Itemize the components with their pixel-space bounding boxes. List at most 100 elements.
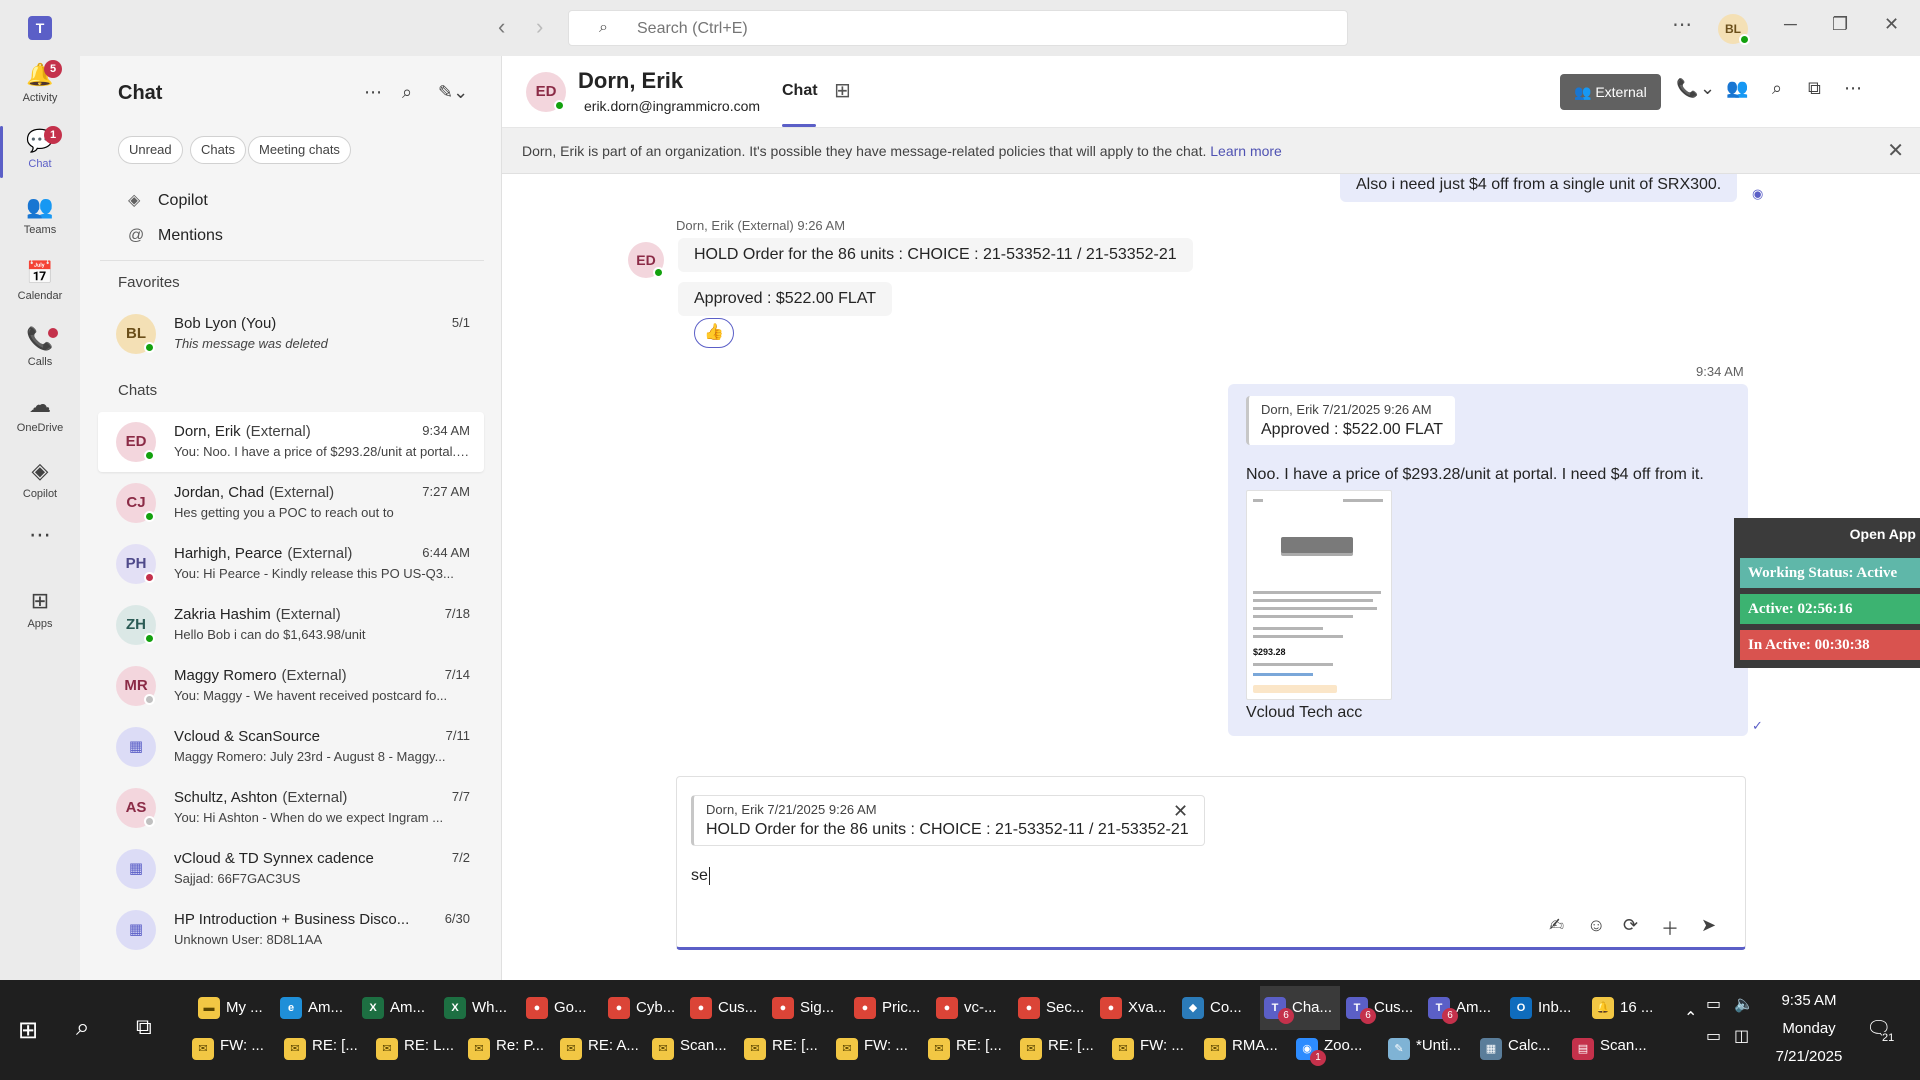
taskbar-app[interactable]: 🔔 16 ... — [1588, 986, 1668, 1030]
taskbar-app[interactable]: ● Cyb... — [604, 986, 684, 1030]
chat-list-item[interactable]: BL Bob Lyon (You) 5/1 This message was dele… — [98, 304, 484, 364]
rail-item-more[interactable]: ⋯ — [0, 516, 80, 578]
taskbar-app[interactable]: ✉ RMA... — [1200, 1034, 1290, 1078]
taskbar-app[interactable]: ✉ FW: ... — [832, 1034, 922, 1078]
rail-item-teams[interactable]: 👥 Teams — [0, 188, 80, 250]
taskbar-app[interactable]: X Am... — [358, 986, 438, 1030]
taskbar-app[interactable]: O Inb... — [1506, 986, 1586, 1030]
taskbar-app[interactable]: ✉ RE: [... — [924, 1034, 1014, 1078]
plus-icon[interactable]: ＋ — [1661, 915, 1679, 941]
taskbar-app[interactable]: e Am... — [276, 986, 356, 1030]
external-button[interactable]: 👥 External — [1560, 74, 1661, 110]
taskbar-app[interactable]: ✉ RE: L... — [372, 1034, 462, 1078]
taskbar-app[interactable]: ● Go... — [522, 986, 602, 1030]
taskbar-app[interactable]: ◉ Zoo... 1 — [1292, 1034, 1382, 1078]
message-bubble-incoming[interactable]: HOLD Order for the 86 units : CHOICE : 2… — [678, 238, 1193, 272]
favorites-header[interactable]: Favorites — [118, 274, 180, 291]
chat-list-item[interactable]: ▦ HP Introduction + Business Disco... 6/30… — [98, 900, 484, 960]
search-icon[interactable]: ⌕ — [402, 82, 412, 103]
chevron-up-icon[interactable]: ⌃ — [1684, 1008, 1697, 1028]
taskbar-app[interactable]: ● Sig... — [768, 986, 848, 1030]
message-bubble-incoming[interactable]: Approved : $522.00 FLAT — [678, 282, 893, 316]
filter-unread[interactable]: Unread — [118, 136, 183, 164]
loop-icon[interactable]: ⟳ — [1623, 915, 1638, 936]
taskbar-app[interactable]: ✉ Re: P... — [464, 1034, 554, 1078]
battery-icon[interactable]: ▭ — [1706, 994, 1721, 1014]
taskbar-app[interactable]: ● Sec... — [1014, 986, 1094, 1030]
call-icon[interactable]: 📞 — [1676, 78, 1698, 99]
minimize-icon[interactable]: ─ — [1784, 14, 1797, 35]
chat-list-item[interactable]: ▦ vCloud & TD Synnex cadence 7/2 Sajjad: 66… — [98, 839, 484, 899]
learn-more-link[interactable]: Learn more — [1210, 143, 1282, 159]
message-bubble-outgoing[interactable]: Dorn, Erik 7/21/2025 9:26 AM Approved : … — [1228, 384, 1748, 736]
taskbar-app[interactable]: ▬ My ... — [194, 986, 274, 1030]
taskbar-app[interactable]: X Wh... — [440, 986, 520, 1030]
filter-chats[interactable]: Chats — [190, 136, 246, 164]
chevron-down-icon[interactable]: ⌄ — [1700, 78, 1715, 99]
taskbar-app[interactable]: ✎ *Unti... — [1384, 1034, 1474, 1078]
rail-item-apps[interactable]: ⊞ Apps — [0, 582, 80, 644]
taskbar-app[interactable]: ✉ RE: [... — [1016, 1034, 1106, 1078]
taskbar-app[interactable]: T Cus... 6 — [1342, 986, 1422, 1030]
sender-avatar[interactable]: ED — [628, 242, 664, 278]
more-options-icon[interactable]: ⋯ — [1844, 78, 1862, 99]
close-window-icon[interactable]: ✕ — [1884, 14, 1899, 35]
forward-arrow-icon[interactable]: › — [536, 14, 543, 40]
rail-item-activity[interactable]: 🔔 Activity 5 — [0, 56, 80, 118]
taskbar-app[interactable]: ✉ RE: [... — [740, 1034, 830, 1078]
chat-list-item[interactable]: ED Dorn, Erik (External) 9:34 AM You: Noo. I… — [98, 412, 484, 472]
taskbar-app[interactable]: ✉ FW: ... — [1108, 1034, 1198, 1078]
product-screenshot-image[interactable]: $293.28 — [1246, 490, 1392, 700]
chat-list-item[interactable]: MR Maggy Romero (External) 7/14 You: Maggy -… — [98, 656, 484, 716]
filter-meeting-chats[interactable]: Meeting chats — [248, 136, 351, 164]
tab-chat[interactable]: Chat — [782, 82, 818, 100]
rail-item-copilot[interactable]: ◈ Copilot — [0, 452, 80, 514]
chat-list-item[interactable]: CJ Jordan, Chad (External) 7:27 AM Hes getti… — [98, 473, 484, 533]
taskbar-app[interactable]: ▤ Scan... — [1568, 1034, 1658, 1078]
rail-item-calls[interactable]: 📞 Calls — [0, 320, 80, 382]
close-icon[interactable]: ✕ — [1887, 138, 1904, 163]
taskbar-app[interactable]: ✉ RE: [... — [280, 1034, 370, 1078]
more-options-icon[interactable]: ⋯ — [1672, 12, 1692, 37]
taskbar-app[interactable]: T Cha... 6 — [1260, 986, 1340, 1030]
rail-item-calendar[interactable]: 📅 Calendar — [0, 254, 80, 316]
close-icon[interactable]: ✕ — [1173, 801, 1188, 822]
add-tab-icon[interactable]: ⊞ — [834, 78, 851, 103]
search-box[interactable]: ⌕ — [568, 10, 1348, 46]
taskbar-app[interactable]: ● vc-... — [932, 986, 1012, 1030]
windows-start-icon[interactable]: ⊞ — [18, 1016, 38, 1045]
rail-item-onedrive[interactable]: ☁ OneDrive — [0, 386, 80, 448]
teams-logo-icon[interactable]: T — [28, 16, 52, 40]
taskbar-app[interactable]: ◆ Co... — [1178, 986, 1258, 1030]
contact-avatar[interactable]: ED — [526, 72, 566, 112]
quoted-message[interactable]: Dorn, Erik 7/21/2025 9:26 AM Approved : … — [1246, 396, 1456, 445]
emoji-icon[interactable]: ☺ — [1587, 915, 1605, 936]
display-icon[interactable]: ◫ — [1734, 1026, 1749, 1046]
new-chat-icon[interactable]: ✎⌄ — [438, 82, 468, 103]
taskbar-app[interactable]: ✉ FW: ... — [188, 1034, 278, 1078]
contact-name[interactable]: Dorn, Erik — [578, 68, 683, 94]
format-icon[interactable]: ✍ — [1549, 915, 1564, 936]
mentions-link[interactable]: @ Mentions — [128, 227, 223, 245]
chat-list-item[interactable]: AS Schultz, Ashton (External) 7/7 You: Hi As… — [98, 778, 484, 838]
chat-list-item[interactable]: PH Harhigh, Pearce (External) 6:44 AM You: H… — [98, 534, 484, 594]
chat-list-item[interactable]: ▦ Vcloud & ScanSource 7/11 Maggy Romero: Ju… — [98, 717, 484, 777]
rail-item-chat[interactable]: 💬 Chat 1 — [0, 122, 80, 184]
taskbar-app[interactable]: ● Cus... — [686, 986, 766, 1030]
taskbar-app[interactable]: ✉ Scan... — [648, 1034, 738, 1078]
open-app-button[interactable]: Open App — [1850, 526, 1916, 542]
add-people-icon[interactable]: 👥 — [1726, 78, 1748, 99]
network-icon[interactable]: ▭ — [1706, 1026, 1721, 1046]
clock-time[interactable]: 9:35 AM — [1764, 992, 1854, 1009]
task-view-icon[interactable]: ⧉ — [136, 1014, 152, 1040]
maximize-icon[interactable]: ❐ — [1832, 14, 1848, 35]
chats-header[interactable]: Chats — [118, 382, 157, 399]
chat-list-item[interactable]: ZH Zakria Hashim (External) 7/18 Hello Bob i… — [98, 595, 484, 655]
search-input[interactable] — [637, 20, 1137, 38]
compose-box[interactable]: Dorn, Erik 7/21/2025 9:26 AM HOLD Order … — [676, 776, 1746, 950]
profile-avatar[interactable]: BL — [1718, 14, 1750, 45]
thumbs-up-reaction[interactable]: 👍 — [694, 318, 734, 348]
message-bubble-outgoing[interactable]: Also i need just $4 off from a single un… — [1340, 174, 1738, 202]
search-icon[interactable]: ⌕ — [76, 1014, 89, 1042]
back-arrow-icon[interactable]: ‹ — [498, 14, 505, 40]
